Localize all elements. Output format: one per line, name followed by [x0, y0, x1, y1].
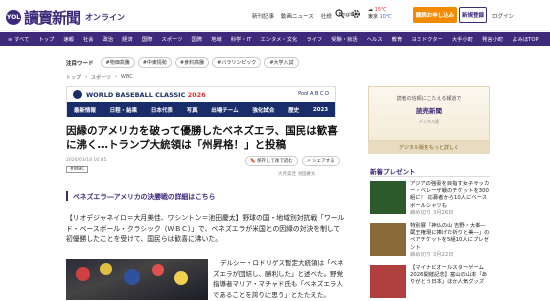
- site-logo[interactable]: YOL 讀賣新聞 オンライン: [6, 7, 125, 28]
- nav-item[interactable]: ヘルス: [367, 35, 383, 43]
- breadcrumb-item[interactable]: WBC: [121, 74, 133, 81]
- present-item[interactable]: 【マイナビオールスターゲーム2026開催記念】富山の山本「ありがとう日本」ほか人…: [370, 265, 490, 301]
- breadcrumb-sep: ›: [85, 74, 88, 80]
- subscribe-button[interactable]: 購読お申し込み: [413, 7, 457, 23]
- sidebar-ad[interactable]: 読者の信頼にこたえる報道で 読売新聞 デジタル版: [368, 86, 490, 141]
- category-nav: ≡ すべて トップ 速報 社会 政治 経済 国際 スポーツ 国際 地域 科学・IT エンタメ・文化 ライ…: [0, 32, 550, 46]
- present-text: アジアの強豪を目指す女子サッカー・ベレーザ戦のチケットを300組に！ 応募者から…: [410, 181, 490, 216]
- nav-item[interactable]: 国際: [142, 35, 153, 43]
- nav-item[interactable]: 発言小町: [482, 35, 503, 43]
- nav-item[interactable]: 国際: [191, 35, 202, 43]
- save-later-button[interactable]: 🔖 保存して後で読む: [245, 156, 298, 166]
- wbc-banner: WORLD BASEBALL CLASSIC 2026 Pool A B C D…: [66, 86, 336, 117]
- breadcrumb-sep: ›: [114, 74, 117, 80]
- crowd-figure: [174, 271, 188, 285]
- present-thumbnail: [370, 181, 406, 214]
- wbc-tab[interactable]: 日本代表: [151, 106, 173, 114]
- top-link[interactable]: 社説: [321, 12, 332, 20]
- present-thumbnail: [370, 223, 406, 256]
- register-button[interactable]: 新規登録: [459, 7, 487, 23]
- nav-item[interactable]: トップ: [38, 35, 54, 43]
- nav-item[interactable]: 社会: [83, 35, 94, 43]
- crowd-figure: [76, 267, 90, 281]
- wbc-tab[interactable]: 日程・結果: [110, 106, 138, 114]
- nav-item[interactable]: 大手小町: [452, 35, 473, 43]
- temp-low: 10℃: [379, 14, 392, 20]
- wbc-tab[interactable]: 写真: [187, 106, 198, 114]
- attention-tag[interactable]: #パラリンピック: [212, 57, 262, 68]
- article-date: 2026/03/18 16:45: [66, 158, 107, 163]
- divider: [370, 176, 490, 177]
- login-link[interactable]: ログイン: [492, 12, 514, 20]
- present-text: 【マイナビオールスターゲーム2026開催記念】富山の山本「ありがとう日本」ほか人…: [410, 265, 488, 286]
- present-title: 新着プレゼント: [370, 168, 416, 176]
- logo-name: 讀賣新聞: [24, 9, 81, 27]
- wbc-tab[interactable]: 歴史: [288, 106, 299, 114]
- gear-icon[interactable]: [351, 9, 361, 19]
- nav-item[interactable]: エンタメ・文化: [260, 35, 297, 43]
- site-header: YOL 讀賣新聞 オンライン 新刊記事 動画ニュース 社説 English ☁ …: [0, 0, 550, 31]
- article-photo[interactable]: [66, 259, 208, 300]
- article-paragraph: デルシー・ロドリゲス暫定大統領は「ベネズエラが団結し、勝利した」と述べた。野党指…: [213, 259, 344, 299]
- nav-item[interactable]: 受験・就活: [331, 35, 358, 43]
- nav-item[interactable]: ≡ すべて: [8, 35, 29, 43]
- nav-item[interactable]: ライフ: [306, 35, 322, 43]
- search-icon[interactable]: [335, 9, 345, 19]
- attention-words: 注目ワード #物価高騰 #中東情勢 #食料高騰 #パラリンピック #大学入試: [66, 57, 299, 68]
- nav-item[interactable]: 教育: [392, 35, 403, 43]
- present-deadline: 締め切り 3月26日: [410, 209, 454, 216]
- related-link[interactable]: ベネズエラ―アメリカの決勝戦の詳細はこちら: [66, 191, 341, 201]
- wbc-tab[interactable]: 強化試合: [252, 106, 274, 114]
- wbc-tab[interactable]: 最新情報: [74, 106, 96, 114]
- nav-item[interactable]: 政治: [103, 35, 114, 43]
- attention-tag[interactable]: #食料高騰: [174, 57, 210, 68]
- sidebar-ad-link[interactable]: デジタル版をもっと詳しく: [368, 141, 490, 154]
- ad-sub: デジタル版: [419, 119, 439, 124]
- share-button[interactable]: ↗ シェアする: [301, 156, 340, 166]
- nav-item[interactable]: 地域: [211, 35, 222, 43]
- logo-mark: YOL: [6, 10, 21, 25]
- present-deadline: 締め切り 3月22日: [410, 251, 454, 258]
- wbc-tab[interactable]: 出場チーム: [211, 106, 238, 114]
- wbc-pool[interactable]: Pool A B C D: [298, 91, 329, 97]
- weather-location: 東京: [368, 14, 379, 20]
- nav-item[interactable]: 経済: [122, 35, 133, 43]
- crowd-figure: [124, 269, 140, 285]
- wbc-tab[interactable]: 2023: [313, 107, 328, 113]
- present-item[interactable]: 特別展「神仏の山 吉野・大峯―蔵王権現に捧げた祈りと美―」のペアチケットを5組1…: [370, 223, 490, 259]
- attention-tag[interactable]: #中東情勢: [137, 57, 172, 68]
- article-lead: 【リオデジャネイロ＝大月美佳、ワシントン＝池田慶太】野球の国・地域別対抗戦「ワー…: [66, 214, 345, 243]
- attention-tag[interactable]: #大学入試: [264, 57, 299, 68]
- nav-item[interactable]: スポーツ: [161, 35, 182, 43]
- weather-icon: ☁: [368, 7, 373, 13]
- breadcrumb: トップ › スポーツ › WBC: [66, 74, 133, 81]
- wbc-title[interactable]: WORLD BASEBALL CLASSIC 2026: [86, 91, 206, 99]
- nav-item[interactable]: よみほTOP: [512, 35, 539, 43]
- breadcrumb-item[interactable]: スポーツ: [91, 74, 111, 81]
- crowd-figure: [100, 263, 112, 275]
- top-link[interactable]: 新刊記事: [252, 12, 274, 20]
- present-text: 特別展「神仏の山 吉野・大峯―蔵王権現に捧げた祈りと美―」のペアチケットを5組1…: [410, 223, 490, 258]
- attention-tag[interactable]: #物価高騰: [100, 57, 135, 68]
- ad-line: 読者の信頼にこたえる報道で: [396, 96, 462, 102]
- attention-label: 注目ワード: [66, 60, 94, 67]
- breadcrumb-item[interactable]: トップ: [66, 74, 81, 81]
- article-actions: 🔖 保存して後で読む ↗ シェアする: [245, 156, 340, 166]
- article-authors: 大月美佳 池田慶太: [278, 172, 316, 177]
- ad-brand: 読売新聞: [416, 107, 442, 115]
- temp-high: 15℃: [374, 7, 387, 13]
- top-link[interactable]: 動画ニュース: [281, 12, 314, 20]
- crowd-figure: [152, 264, 164, 276]
- article-tag[interactable]: #WBC: [66, 166, 89, 173]
- nav-item[interactable]: 速報: [63, 35, 74, 43]
- nav-item[interactable]: ヨミドクター: [411, 35, 443, 43]
- weather-widget[interactable]: ☁ 15℃ 東京 10℃: [368, 7, 392, 21]
- nav-item[interactable]: 科学・IT: [231, 35, 252, 43]
- wbc-logo-icon: [73, 90, 82, 99]
- present-thumbnail: [370, 265, 406, 298]
- logo-sub: オンライン: [85, 13, 126, 22]
- wbc-tabs: 最新情報 日程・結果 日本代表 写真 出場チーム 強化試合 歴史 2023: [67, 102, 335, 117]
- article-headline: 因縁のアメリカを破って優勝したベネズエラ、国民は歓喜に沸く…トランプ大統領は「州…: [66, 125, 338, 151]
- present-item[interactable]: アジアの強豪を目指す女子サッカー・ベレーザ戦のチケットを300組に！ 応募者から…: [370, 181, 490, 217]
